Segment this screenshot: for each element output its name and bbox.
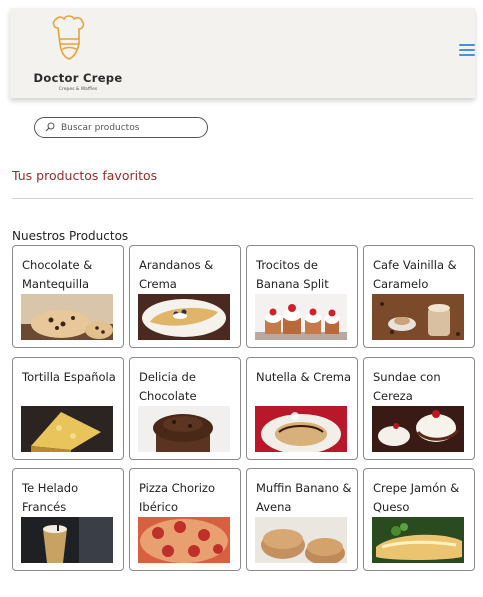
product-image [255,406,347,452]
favorites-heading: Tus productos favoritos [12,168,158,183]
brand-name: Doctor Crepe [33,71,123,85]
product-image [372,517,464,563]
hamburger-menu-icon[interactable] [459,44,475,60]
product-name: Sundae con Cereza [373,370,441,403]
product-name: Chocolate & Mantequilla [22,258,93,291]
product-image [138,406,230,452]
product-name: Cafe Vainilla & Caramelo [373,258,457,291]
search-bar [34,117,208,138]
product-name: Crepe Jamón & Queso [373,481,460,514]
product-image [21,294,113,340]
product-card[interactable]: Delicia de Chocolate [129,357,241,460]
product-card[interactable]: Muffin Banano & Avena [246,468,358,571]
product-image [138,517,230,563]
product-name: Muffin Banano & Avena [256,481,352,514]
product-card[interactable]: Te Helado Francés [12,468,124,571]
product-image [372,406,464,452]
products-heading: Nuestros Productos [12,229,129,243]
product-image [372,294,464,340]
search-icon [45,122,55,132]
product-name: Arandanos & Crema [139,258,214,291]
product-image [138,294,230,340]
product-card[interactable]: Cafe Vainilla & Caramelo [363,245,475,348]
product-name: Te Helado Francés [22,481,79,514]
product-name: Nutella & Crema [256,370,352,384]
product-name: Pizza Chorizo Ibérico [139,481,216,514]
section-divider [12,198,473,199]
search-input[interactable] [61,120,199,135]
product-card[interactable]: Trocitos de Banana Split [246,245,358,348]
product-image [255,294,347,340]
product-image [21,517,113,563]
product-card[interactable]: Sundae con Cereza [363,357,475,460]
top-header: Doctor Crepe Crepes & Waffles [10,8,475,98]
product-card[interactable]: Tortilla Española [12,357,124,460]
chef-hat-icon [52,15,85,60]
product-card[interactable]: Nutella & Crema [246,357,358,460]
product-card[interactable]: Arandanos & Crema [129,245,241,348]
product-image [255,517,347,563]
product-name: Delicia de Chocolate [139,370,197,403]
product-card[interactable]: Crepe Jamón & Queso [363,468,475,571]
product-name: Trocitos de Banana Split [256,258,329,291]
brand-logo[interactable]: Doctor Crepe Crepes & Waffles [26,14,122,98]
brand-tagline: Crepes & Waffles [58,87,98,92]
product-card[interactable]: Chocolate & Mantequilla [12,245,124,348]
product-image [21,406,113,452]
product-name: Tortilla Española [22,370,116,384]
product-card[interactable]: Pizza Chorizo Ibérico [129,468,241,571]
